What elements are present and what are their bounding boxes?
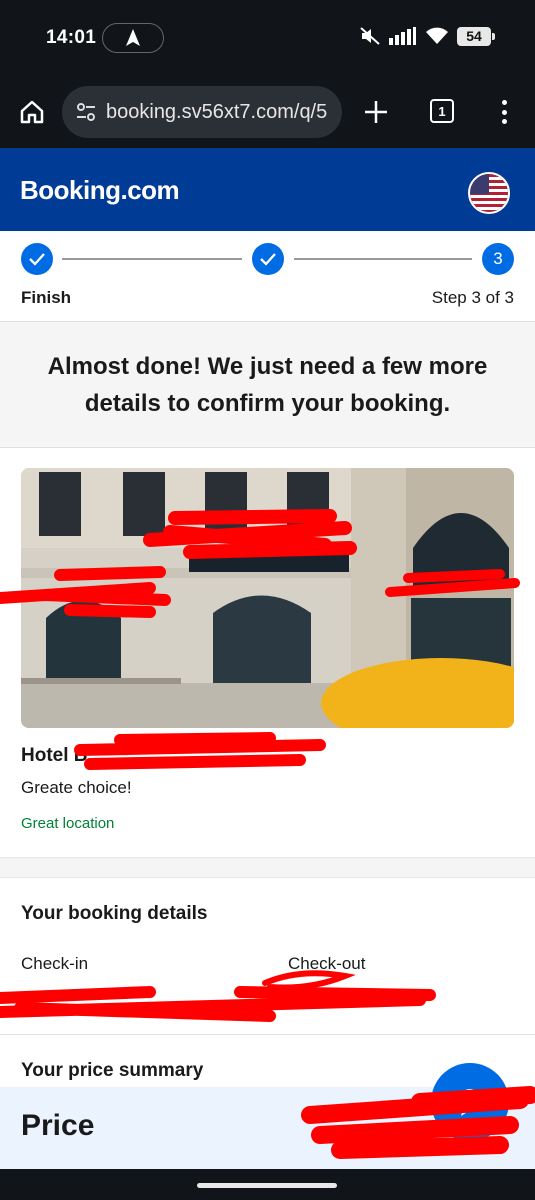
price-summary-title: Your price summary [21,1060,204,1081]
hotel-highlight: Great location [21,815,115,832]
chat-icon [459,1089,481,1116]
hotel-photo [21,468,514,728]
wifi-icon [426,27,448,44]
status-bar: 14:01 54 [0,0,535,76]
home-icon[interactable] [18,98,46,126]
step-3-current: 3 [482,243,514,275]
site-header: Booking.com [0,148,535,231]
checkout-label: Check-out [288,954,366,973]
step-number: 3 [493,249,503,268]
step-count: Step 3 of 3 [431,288,514,307]
step-name: Finish [21,288,72,307]
checkin-label: Check-in [21,954,89,973]
navigation-indicator [102,23,164,53]
tab-switcher-button[interactable]: 1 [430,99,454,123]
booking-logo[interactable]: Booking.com [20,175,180,206]
booking-details-title: Your booking details [21,903,208,924]
battery-icon: 54 [457,26,495,46]
intro-banner: Almost done! We just need a few more det… [0,322,535,447]
price-label: Price [21,1109,95,1142]
checkmark-icon [29,253,45,266]
mute-icon [360,27,380,45]
divider [0,447,535,448]
chat-button[interactable] [431,1063,509,1141]
gesture-handle[interactable] [197,1183,337,1188]
checkmark-icon [260,253,276,266]
status-icons: 54 [359,26,495,46]
browser-toolbar: booking.sv56xt7.com/q/5 1 [0,76,535,148]
navigation-arrow-icon [126,29,140,46]
step-2-complete [252,243,284,275]
new-tab-icon[interactable] [362,98,390,126]
tab-count: 1 [438,103,446,119]
divider [0,1034,535,1035]
hotel-name: Hotel B [21,745,88,766]
clock: 14:01 [46,27,97,48]
hotel-subtitle: Greate choice! [21,778,132,797]
url-text: booking.sv56xt7.com/q/5 [106,100,328,123]
step-connector [294,258,472,260]
signal-icon [389,27,416,45]
section-separator [0,857,535,878]
site-settings-icon[interactable] [74,100,98,124]
page-heading: Almost done! We just need a few more det… [47,352,488,417]
step-connector [62,258,242,260]
us-flag-icon[interactable] [468,172,510,214]
system-nav-bar [0,1169,535,1200]
address-bar[interactable]: booking.sv56xt7.com/q/5 [62,86,342,138]
battery-level: 54 [466,28,482,44]
more-menu-icon[interactable] [494,97,514,127]
progress-stepper: 3 Finish Step 3 of 3 [0,231,535,321]
step-1-complete [21,243,53,275]
